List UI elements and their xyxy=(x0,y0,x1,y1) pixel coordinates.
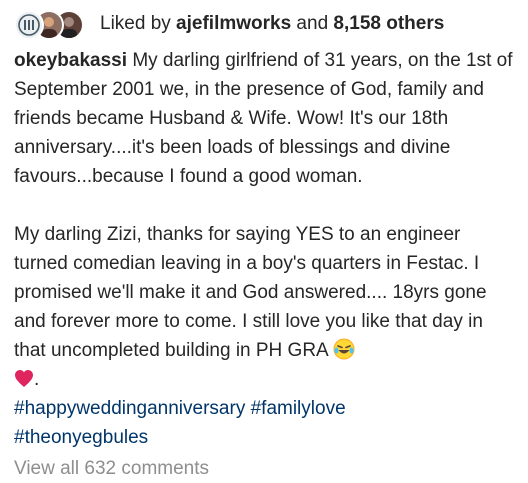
likes-summary[interactable]: Liked by ajefilmworks and 8,158 others xyxy=(14,8,514,40)
likes-text[interactable]: Liked by ajefilmworks and 8,158 others xyxy=(100,13,444,35)
caption-username-link[interactable]: okeybakassi xyxy=(14,50,127,71)
post-caption: okeybakassi My darling girlfriend of 31 … xyxy=(14,46,514,452)
view-all-comments-link[interactable]: View all 632 comments xyxy=(14,454,514,483)
caption-text-2: My darling Zizi, thanks for saying YES t… xyxy=(14,224,487,361)
likes-joiner: and xyxy=(291,13,334,34)
hashtags: #happyweddinganniversary #familylove #th… xyxy=(14,394,514,452)
film-logo-icon xyxy=(18,14,40,36)
red-heart-emoji-icon xyxy=(15,370,33,387)
post-footer: Liked by ajefilmworks and 8,158 others o… xyxy=(0,0,528,483)
brand-logo-avatar[interactable] xyxy=(14,10,44,40)
liked-by-prefix: Liked by xyxy=(100,13,177,34)
caption-paragraph-1: okeybakassi My darling girlfriend of 31 … xyxy=(14,46,514,191)
liker-avatars[interactable] xyxy=(14,10,94,40)
caption-trailing-dot: . xyxy=(34,369,40,390)
hashtag-line-2[interactable]: #theonyegbules xyxy=(14,423,514,452)
others-count-link[interactable]: 8,158 others xyxy=(333,13,444,34)
caption-paragraph-2: My darling Zizi, thanks for saying YES t… xyxy=(14,220,514,394)
hashtag-line-1[interactable]: #happyweddinganniversary #familylove xyxy=(14,394,514,423)
liked-by-user-link[interactable]: ajefilmworks xyxy=(176,13,291,34)
laughing-face-emoji-icon xyxy=(333,338,355,360)
